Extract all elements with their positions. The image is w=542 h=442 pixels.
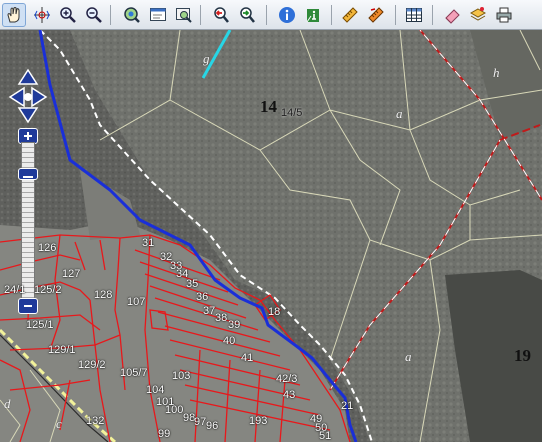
zoom-window-tool-button[interactable] <box>146 3 170 27</box>
measure-distance-tool-button[interactable] <box>338 3 362 27</box>
parcel-number-label: 127 <box>62 268 81 280</box>
parcel-number-label: 129/1 <box>48 344 76 356</box>
forest-subdivision-label: a <box>396 106 403 121</box>
parcel-number-label: 41 <box>241 352 254 364</box>
center-tool-button[interactable] <box>30 3 54 27</box>
zoom-track[interactable] <box>21 142 35 302</box>
previous-view-tool-button[interactable] <box>209 3 233 27</box>
zoom-in-icon <box>60 7 76 23</box>
map-layers <box>0 30 542 442</box>
layers-tool-button[interactable] <box>466 3 490 27</box>
zoom-extent-tool-button[interactable] <box>120 3 144 27</box>
zoom-in-tool-button[interactable] <box>56 3 80 27</box>
forest-subdivision-label: d <box>4 396 11 411</box>
print-tool-button[interactable] <box>492 3 516 27</box>
parcel-number-label: 107 <box>127 296 146 308</box>
parcel-number-label: 99 <box>158 428 171 440</box>
parcel-number-label: 96 <box>206 420 219 432</box>
toolbar-separator <box>266 5 267 25</box>
parcel-number-label: 105/7 <box>120 367 148 379</box>
zoom-level-thumb[interactable] <box>18 168 38 180</box>
parcel-number-label: 39 <box>228 319 241 331</box>
next-view-tool-button[interactable] <box>235 3 259 27</box>
zoom-window-icon <box>150 8 166 21</box>
zoom-select-tool-button[interactable] <box>172 3 196 27</box>
parcel-number-label: 40 <box>223 335 236 347</box>
parcel-number-label: 128 <box>94 289 113 301</box>
info-tool-button[interactable] <box>275 3 299 27</box>
info-icon <box>279 7 295 23</box>
parcel-number-label: 43 <box>283 389 296 401</box>
toolbar-separator <box>432 5 433 25</box>
plus-icon <box>24 132 32 140</box>
parcel-number-label: 132 <box>86 415 105 427</box>
forest-quarter-label: 19 <box>514 346 531 365</box>
print-icon <box>496 7 512 23</box>
zoom-back-icon <box>214 7 229 23</box>
eraser-tool-button[interactable] <box>440 3 464 27</box>
parcel-number-label: 104 <box>146 384 165 396</box>
table-icon <box>406 8 422 22</box>
hand-icon <box>7 7 20 23</box>
zoom-out-button[interactable] <box>18 298 38 314</box>
eraser-icon <box>445 9 460 24</box>
toolbar-separator <box>395 5 396 25</box>
zoom-select-icon <box>176 8 192 23</box>
parcel-number-label: 38 <box>215 312 228 324</box>
parcel-number-label: 18 <box>268 306 281 318</box>
identify-tool-button[interactable] <box>301 3 325 27</box>
forest-quarter-label: 14 <box>260 97 277 116</box>
pan-tool-button[interactable] <box>2 3 26 27</box>
forest-subdivision-label: h <box>493 65 500 80</box>
forest-subdivision-label: a <box>405 349 412 364</box>
map-canvas[interactable]: 14 19 14/5 g h a a c d 126 31 32 33 34 35 127 24/1 125/2 1… <box>0 30 542 442</box>
parcel-number-label: 21 <box>341 400 354 412</box>
parcel-number-label: 36 <box>196 291 209 303</box>
pan-west-button[interactable] <box>8 86 25 108</box>
parcel-number-label: 125/2 <box>34 284 62 296</box>
identify-icon <box>306 9 319 23</box>
ruler-icon <box>342 7 358 23</box>
toolbar-separator <box>331 5 332 25</box>
pan-east-button[interactable] <box>31 86 48 108</box>
zoom-forward-icon <box>240 7 255 23</box>
pan-north-button[interactable] <box>17 68 39 85</box>
parcel-number-label: 126 <box>38 242 57 254</box>
forest-subdivision-label: c <box>56 416 62 431</box>
layers-icon <box>469 7 487 21</box>
zoom-out-tool-button[interactable] <box>82 3 106 27</box>
pan-south-button[interactable] <box>17 107 39 124</box>
compartment-label: 14/5 <box>281 107 303 119</box>
measure-area-tool-button[interactable] <box>364 3 388 27</box>
forest-subdivision-label: g <box>203 51 210 66</box>
parcel-number-label: 24/1 <box>4 284 26 296</box>
parcel-number-label: 37 <box>203 305 216 317</box>
parcel-number-label: 103 <box>172 370 191 382</box>
toolbar-separator <box>200 5 201 25</box>
crosshair-icon <box>34 7 50 23</box>
zoom-out-icon <box>86 7 102 23</box>
parcel-number-label: 51 <box>319 430 332 442</box>
parcel-number-label: 31 <box>142 237 155 249</box>
area-ruler-icon <box>368 7 384 23</box>
map-toolbar <box>0 0 542 30</box>
zoom-extent-icon <box>124 7 140 23</box>
parcel-number-label: 100 <box>165 404 184 416</box>
parcel-number-label: 125/1 <box>26 319 54 331</box>
attribute-table-tool-button[interactable] <box>402 3 426 27</box>
parcel-number-label: 42/3 <box>276 373 298 385</box>
parcel-number-label: 193 <box>249 415 268 427</box>
parcel-number-label: 35 <box>186 278 199 290</box>
pan-navigator <box>8 68 48 124</box>
parcel-number-label: 97 <box>194 416 207 428</box>
minus-icon <box>24 305 32 307</box>
parcel-number-label: 129/2 <box>78 359 106 371</box>
toolbar-separator <box>110 5 111 25</box>
